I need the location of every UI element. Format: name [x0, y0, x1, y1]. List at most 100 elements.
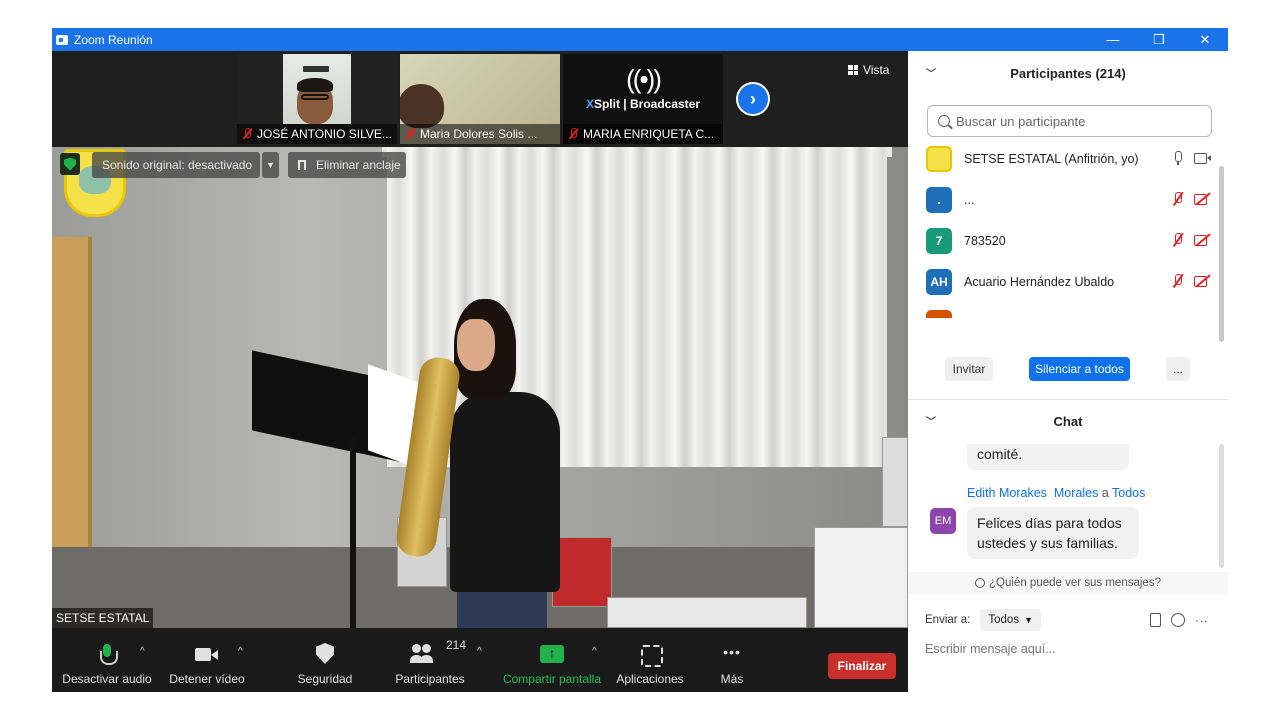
original-sound-toggle[interactable]: Sonido original: desactivado [92, 152, 260, 178]
participant-row[interactable]: 7 783520 [926, 220, 1216, 261]
more-icon [720, 642, 744, 666]
person-icon [975, 578, 986, 588]
avatar: EM [930, 508, 956, 534]
thumbnail-strip: JOSÉ ANTONIO SILVE... Maria Dolores Soli… [52, 51, 908, 147]
invite-button[interactable]: Invitar [945, 357, 993, 381]
grid-icon [848, 65, 858, 75]
audio-options-caret[interactable]: ^ [140, 628, 152, 692]
participant-row[interactable]: AH Acuario Hernández Ubaldo [926, 261, 1216, 302]
chat-bubble: Felices días para todos ustedes y sus fa… [967, 507, 1139, 559]
chevron-down-icon[interactable]: ﹀ [926, 65, 936, 80]
microphone-icon [95, 642, 119, 666]
window-title: Zoom Reunión [74, 32, 153, 47]
share-screen-button[interactable]: Compartir pantalla [500, 628, 604, 692]
microphone-icon[interactable] [1170, 150, 1186, 166]
file-icon[interactable] [1150, 613, 1161, 627]
unpin-button[interactable]: Eliminar anclaje [288, 152, 406, 178]
chat-header: ﹀ Chat [908, 399, 1228, 443]
participants-icon [410, 642, 434, 666]
share-options-caret[interactable]: ^ [592, 628, 604, 692]
shield-icon [313, 642, 337, 666]
mic-muted-icon[interactable] [1170, 191, 1186, 207]
next-page-arrow-icon[interactable]: › [736, 82, 770, 116]
emoji-icon[interactable] [1171, 613, 1185, 627]
share-screen-icon [540, 642, 564, 666]
camera-off-icon[interactable] [1194, 191, 1212, 207]
apps-button[interactable]: Aplicaciones [614, 628, 686, 692]
participant-thumbnail[interactable]: Maria Dolores Solis ... [400, 54, 560, 144]
camera-icon[interactable] [1194, 150, 1212, 166]
chat-sender: Edith Morakes Morales a Todos [967, 486, 1146, 500]
participants-more-button[interactable]: ... [1166, 357, 1190, 381]
view-label: Vista [863, 63, 890, 77]
participants-title: Participantes (214) [1010, 65, 1126, 81]
side-panel: ﹀ Participantes (214) Buscar un particip… [908, 51, 1228, 692]
chat-bubble: comité. [967, 444, 1129, 470]
participants-button[interactable]: 214 Participantes [392, 628, 468, 692]
zoom-app-icon [56, 34, 68, 45]
title-bar: Zoom Reunión — ❐ ✕ [52, 28, 1228, 51]
thumbnail-name: MARIA ENRIQUETA C... [583, 127, 715, 141]
participant-row[interactable]: . ... [926, 179, 1216, 220]
participants-header: ﹀ Participantes (214) [908, 51, 1228, 95]
security-button[interactable]: Seguridad [290, 628, 360, 692]
chat-more-icon[interactable]: ··· [1195, 613, 1208, 628]
participant-list: SETSE ESTATAL (Anfitrión, yo) . ... 7 78… [908, 142, 1218, 318]
chat-title: Chat [1053, 413, 1083, 429]
search-icon [938, 115, 950, 127]
chevron-down-icon: ▼ [1024, 615, 1033, 625]
meeting-toolbar: Desactivar audio ^ Detener vídeo ^ Segur… [52, 628, 908, 692]
apps-icon [638, 642, 663, 667]
participant-row[interactable] [926, 302, 1216, 318]
main-video: Sonido original: desactivado ▼ Eliminar … [52, 147, 908, 628]
mic-muted-icon [404, 128, 416, 140]
close-button[interactable]: ✕ [1182, 28, 1228, 51]
participant-search-input[interactable]: Buscar un participante [927, 105, 1212, 137]
end-meeting-button[interactable]: Finalizar [828, 653, 896, 679]
avatar: 7 [926, 227, 952, 254]
view-button[interactable]: Vista [848, 63, 889, 77]
participants-count: 214 [446, 638, 467, 652]
camera-off-icon[interactable] [1194, 232, 1212, 248]
participant-row[interactable]: SETSE ESTATAL (Anfitrión, yo) [926, 142, 1216, 179]
who-can-see-link[interactable]: ¿Quién puede ver sus mensajes? [908, 572, 1228, 594]
camera-off-icon[interactable] [1194, 273, 1212, 289]
restore-button[interactable]: ❐ [1136, 28, 1182, 51]
avatar: AH [926, 268, 952, 295]
mic-muted-icon [241, 128, 253, 140]
participant-actions: Invitar Silenciar a todos ... [908, 357, 1228, 383]
avatar: . [926, 186, 952, 213]
avatar [926, 145, 952, 172]
stop-video-button[interactable]: Detener vídeo [166, 628, 248, 692]
mic-muted-icon[interactable] [1170, 232, 1186, 248]
thumbnail-name: JOSÉ ANTONIO SILVE... [257, 127, 392, 141]
chat-scrollbar[interactable] [1219, 444, 1224, 568]
video-options-caret[interactable]: ^ [238, 628, 250, 692]
participants-options-caret[interactable]: ^ [477, 628, 489, 692]
mic-muted-icon[interactable] [1170, 273, 1186, 289]
participant-thumbnail[interactable]: JOSÉ ANTONIO SILVE... [237, 54, 397, 144]
zoom-window: Zoom Reunión — ❐ ✕ JOSÉ ANTONIO SILVE...… [52, 28, 1228, 692]
mic-muted-icon [567, 128, 579, 140]
mute-all-button[interactable]: Silenciar a todos [1029, 357, 1130, 381]
participants-scrollbar[interactable] [1219, 166, 1224, 342]
pin-icon [298, 160, 306, 170]
mute-audio-button[interactable]: Desactivar audio [62, 628, 152, 692]
send-to-row: Enviar a: Todos ▼ [925, 609, 1041, 631]
xsplit-logo: ((•)) XSplit | Broadcaster [585, 64, 701, 111]
thumbnail-name: Maria Dolores Solis ... [420, 127, 538, 141]
chat-tools: ··· [1150, 613, 1208, 628]
chevron-down-icon[interactable]: ﹀ [926, 413, 936, 428]
minimize-button[interactable]: — [1090, 28, 1136, 51]
encryption-shield-icon[interactable] [60, 153, 80, 175]
chevron-down-icon[interactable]: ▼ [262, 152, 279, 178]
avatar [926, 309, 952, 318]
participant-thumbnail[interactable]: ((•)) XSplit | Broadcaster MARIA ENRIQUE… [563, 54, 723, 144]
send-to-select[interactable]: Todos ▼ [980, 609, 1041, 631]
speaker-name-tag: SETSE ESTATAL [52, 608, 154, 628]
chat-message-input[interactable] [925, 638, 1215, 660]
camera-icon [195, 642, 219, 666]
more-button[interactable]: Más [712, 628, 752, 692]
chat-messages: comité. Edith Morakes Morales a Todos EM… [908, 444, 1218, 568]
video-stage: JOSÉ ANTONIO SILVE... Maria Dolores Soli… [52, 51, 908, 628]
